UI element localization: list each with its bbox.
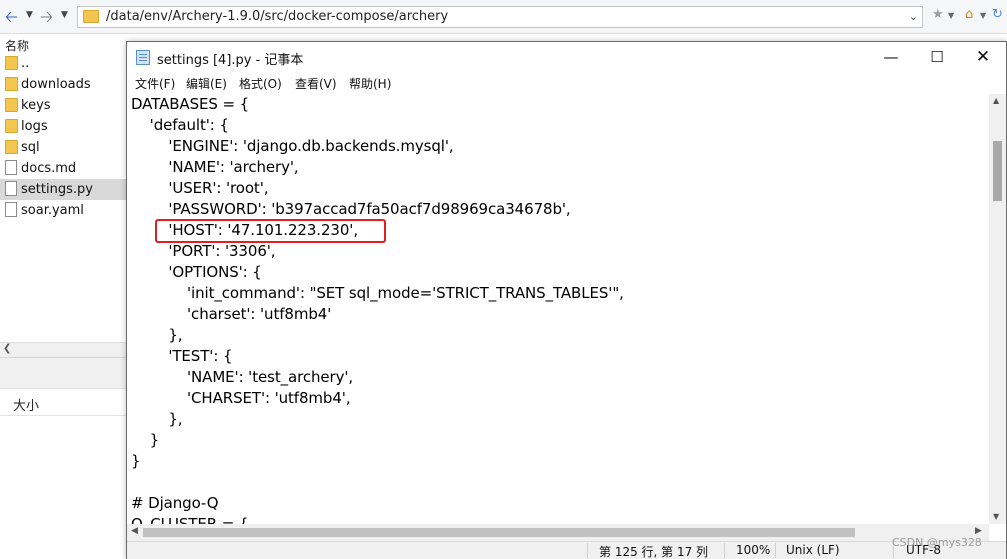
notepad-icon xyxy=(136,50,150,65)
scroll-right-icon[interactable]: ▶ xyxy=(975,526,982,536)
home-dropdown-icon[interactable]: ▼ xyxy=(980,11,986,20)
code-line: } xyxy=(131,431,160,449)
back-arrow-icon[interactable]: 🡠 xyxy=(5,8,18,26)
window-title: settings [4].py - 记事本 xyxy=(157,53,304,68)
horizontal-scroll-thumb[interactable] xyxy=(143,528,855,537)
file-icon xyxy=(5,160,17,175)
code-line: 'CHARSET': 'utf8mb4', xyxy=(131,389,351,407)
forward-arrow-icon[interactable]: 🡢 xyxy=(40,8,53,26)
code-line: 'TEST': { xyxy=(131,347,233,365)
code-line: 'ENGINE': 'django.db.backends.mysql', xyxy=(131,137,454,155)
explorer-toolbar: ★ ▼ ⌂ ▼ ↻ xyxy=(928,7,1007,27)
chevron-down-icon[interactable]: ⌄ xyxy=(909,10,918,23)
status-line-ending: Unix (LF) xyxy=(786,543,840,557)
minimize-icon[interactable]: — xyxy=(868,42,914,72)
code-line: 'PORT': '3306', xyxy=(131,242,276,260)
size-column-header[interactable]: 大小 xyxy=(0,388,127,416)
star-icon[interactable]: ★ xyxy=(932,7,944,22)
menu-format[interactable]: 格式(O) xyxy=(239,75,282,92)
text-editor[interactable]: DATABASES = { 'default': { 'ENGINE': 'dj… xyxy=(127,94,989,524)
size-label: 大小 xyxy=(13,399,40,414)
vertical-scrollbar[interactable]: ▲ ▼ xyxy=(989,94,1006,524)
code-line: 'NAME': 'test_archery', xyxy=(131,368,354,386)
star-dropdown-icon[interactable]: ▼ xyxy=(948,11,954,20)
menu-edit[interactable]: 编辑(E) xyxy=(186,75,227,92)
status-divider xyxy=(775,543,776,558)
code-line: # Django-Q xyxy=(131,494,219,512)
file-list-scrollbar[interactable]: ❮ xyxy=(0,342,127,357)
vertical-scroll-thumb[interactable] xyxy=(993,141,1002,201)
file-list: 名称 .. downloads keys logs sql docs.md settings… xyxy=(0,34,127,342)
file-name: .. xyxy=(21,56,30,71)
status-bar: 第 125 行, 第 17 列 100% Unix (LF) UTF-8 xyxy=(127,541,1006,559)
address-path: /data/env/Archery-1.9.0/src/docker-compo… xyxy=(106,9,449,24)
status-divider xyxy=(587,543,588,558)
status-zoom: 100% xyxy=(736,543,771,557)
watermark: CSDN @mys328 xyxy=(892,536,982,549)
code-line: 'default': { xyxy=(131,116,229,134)
status-divider xyxy=(724,543,725,558)
file-name: downloads xyxy=(21,77,91,92)
column-header-name[interactable]: 名称 xyxy=(5,37,29,54)
code-line: 'PASSWORD': 'b397accad7fa50acf7d98969ca3… xyxy=(131,200,571,218)
menu-bar: 文件(F) 编辑(E) 格式(O) 查看(V) 帮助(H) xyxy=(127,72,1006,94)
refresh-icon[interactable]: ↻ xyxy=(992,7,1003,22)
home-icon[interactable]: ⌂ xyxy=(965,7,973,22)
desktop: 🡠 ▼ 🡢 ▼ /data/env/Archery-1.9.0/src/dock… xyxy=(0,0,1007,559)
folder-icon xyxy=(83,10,99,23)
file-list-item[interactable]: settings.py xyxy=(0,179,127,200)
file-list-item[interactable]: sql xyxy=(0,137,127,158)
file-name: logs xyxy=(21,119,48,134)
file-list-item[interactable]: keys xyxy=(0,95,127,116)
file-list-item[interactable]: logs xyxy=(0,116,127,137)
notepad-window: settings [4].py - 记事本 — ☐ ✕ 文件(F) 编辑(E) … xyxy=(126,41,1007,559)
code-line: }, xyxy=(131,410,183,428)
code-line: 'NAME': 'archery', xyxy=(131,158,299,176)
explorer-address-bar: 🡠 ▼ 🡢 ▼ /data/env/Archery-1.9.0/src/dock… xyxy=(0,0,1007,34)
menu-help[interactable]: 帮助(H) xyxy=(349,75,391,92)
code-line: } xyxy=(131,452,141,470)
scroll-up-icon[interactable]: ▲ xyxy=(993,96,999,105)
file-name: sql xyxy=(21,140,40,155)
menu-file[interactable]: 文件(F) xyxy=(135,75,175,92)
folder-icon xyxy=(5,56,18,70)
folder-icon xyxy=(5,119,18,133)
code-line: 'HOST': '47.101.223.230', xyxy=(131,221,358,239)
scroll-left-icon[interactable]: ◀ xyxy=(131,526,138,536)
menu-view[interactable]: 查看(V) xyxy=(295,75,337,92)
close-icon[interactable]: ✕ xyxy=(960,42,1006,72)
file-icon xyxy=(5,202,17,217)
horizontal-scrollbar[interactable]: ◀ ▶ xyxy=(127,524,989,541)
code-line: 'init_command': "SET sql_mode='STRICT_TR… xyxy=(131,284,624,302)
folder-icon xyxy=(5,140,18,154)
notepad-titlebar[interactable]: settings [4].py - 记事本 — ☐ ✕ xyxy=(127,42,1006,72)
folder-icon xyxy=(5,77,18,91)
file-list-item[interactable]: docs.md xyxy=(0,158,127,179)
file-name: soar.yaml xyxy=(21,203,84,218)
maximize-icon[interactable]: ☐ xyxy=(914,42,960,72)
status-position: 第 125 行, 第 17 列 xyxy=(599,545,709,559)
scroll-left-icon[interactable]: ❮ xyxy=(3,343,11,354)
back-dropdown-icon[interactable]: ▼ xyxy=(26,10,33,20)
code-line: 'OPTIONS': { xyxy=(131,263,262,281)
code-line: 'charset': 'utf8mb4' xyxy=(131,305,332,323)
scroll-down-icon[interactable]: ▼ xyxy=(993,512,999,521)
address-input[interactable]: /data/env/Archery-1.9.0/src/docker-compo… xyxy=(77,6,923,28)
code-line: }, xyxy=(131,326,183,344)
code-line: 'USER': 'root', xyxy=(131,179,269,197)
file-list-item[interactable]: .. xyxy=(0,53,127,74)
file-list-item[interactable]: soar.yaml xyxy=(0,200,127,221)
explorer-lower-pane: 大小 xyxy=(0,357,127,559)
file-name: settings.py xyxy=(21,182,93,197)
file-name: docs.md xyxy=(21,161,77,176)
code-line: Q_CLUSTER = { xyxy=(131,515,249,524)
code-line: DATABASES = { xyxy=(131,95,250,113)
file-icon xyxy=(5,181,17,196)
file-list-item[interactable]: downloads xyxy=(0,74,127,95)
file-name: keys xyxy=(21,98,51,113)
forward-dropdown-icon[interactable]: ▼ xyxy=(61,10,68,20)
folder-icon xyxy=(5,98,18,112)
lower-list-area xyxy=(0,416,127,559)
